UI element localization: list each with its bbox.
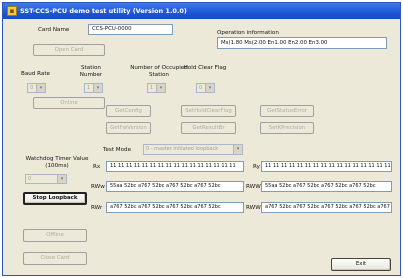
ry-label: Ry (253, 164, 260, 170)
occupied-stations-select[interactable]: 1 ▾ (147, 83, 166, 93)
open-card-button[interactable]: Open Card (33, 44, 105, 56)
hold-clear-flag-value: 0 (199, 85, 203, 91)
station-number-label: Station Number (79, 65, 103, 78)
app-icon: ▪ (7, 6, 17, 16)
occupied-stations-value: 1 (150, 85, 154, 91)
rww-field: 55aa 52bc a767 52bc a767 52bc a767 52bc (106, 181, 244, 192)
ry-field: 11 11 11 11 11 11 11 11 11 11 11 11 11 1… (261, 161, 392, 172)
watchdog-timer-value: 0 (28, 176, 32, 182)
chevron-down-icon[interactable]: ▾ (36, 84, 45, 92)
get-status-error-button[interactable]: GetStatusError (260, 105, 314, 117)
chevron-down-icon[interactable]: ▾ (233, 145, 242, 154)
hold-clear-flag-label: Hold Clear Flag (183, 65, 227, 71)
get-fw-version-button[interactable]: GetFwVersion (106, 122, 151, 134)
set-k-precision-button[interactable]: SetKPrecision (260, 122, 314, 134)
get-config-button[interactable]: GetConfig (106, 105, 151, 117)
baud-rate-label: Baud Rate (21, 71, 50, 77)
rwr2-field: a767 52bc a767 52bc a767 52bc a767 52bc … (261, 202, 392, 213)
stop-loopback-button[interactable]: Stop Loopback (23, 192, 87, 205)
main-panel: Card Name CCS-PCU-0000 Open Card Operati… (3, 19, 400, 275)
hold-clear-flag-select[interactable]: 0 ▾ (196, 83, 215, 93)
main-window: ▪ SST-CCS-PCU demo test utility (Version… (2, 2, 401, 276)
rww-label: RWw (91, 184, 105, 190)
card-name-field[interactable]: CCS-PCU-0000 (88, 24, 173, 35)
baud-rate-select[interactable]: 0 ▾ (27, 83, 46, 93)
test-mode-label: Test Mode (103, 147, 132, 153)
exit-button[interactable]: Exit (331, 258, 391, 271)
operation-info-field: Ms(1.80 Ms(2.00 En1.00 En2.00 En3.00 (217, 37, 387, 49)
rwr-label: RWr (91, 205, 103, 211)
chevron-down-icon[interactable]: ▾ (93, 84, 102, 92)
baud-rate-value: 0 (30, 85, 34, 91)
station-number-select[interactable]: 1 ▾ (84, 83, 103, 93)
rww2-field: 55aa 52bc a767 52bc a767 52bc a767 52bc (261, 181, 392, 192)
operation-info-label: Operation information (217, 30, 279, 36)
close-card-button[interactable]: Close Card (23, 252, 87, 265)
offline-button[interactable]: Offline (23, 229, 87, 242)
window-title: SST-CCS-PCU demo test utility (Version 1… (20, 7, 187, 15)
card-name-label: Card Name (38, 27, 70, 33)
test-mode-select[interactable]: 0 - master initiated loopback ▾ (143, 144, 243, 155)
rwr-field: a767 52bc a767 52bc a767 52bc a767 52bc (106, 202, 244, 213)
watchdog-timer-label: Watchdog Timer Value (100ms) (25, 156, 89, 169)
rx-field: 11 11 11 11 11 11 11 11 11 11 11 11 11 1… (106, 161, 244, 172)
title-bar[interactable]: ▪ SST-CCS-PCU demo test utility (Version… (3, 3, 400, 19)
rx-label: Rx (93, 164, 101, 170)
online-button[interactable]: Online (33, 97, 105, 109)
test-mode-value: 0 - master initiated loopback (146, 146, 219, 152)
chevron-down-icon[interactable]: ▾ (57, 175, 66, 183)
station-number-value: 1 (87, 85, 91, 91)
occupied-stations-label: Number of Occupied Station (130, 65, 188, 78)
set-hold-clear-flag-button[interactable]: SetHoldClearFlag (181, 105, 236, 117)
rwr2-label: RWW (246, 205, 261, 211)
rww2-label: RWW (246, 184, 261, 190)
chevron-down-icon[interactable]: ▾ (205, 84, 214, 92)
chevron-down-icon[interactable]: ▾ (156, 84, 165, 92)
watchdog-timer-select[interactable]: 0 ▾ (25, 174, 67, 184)
get-result-button[interactable]: GetResultBr (181, 122, 236, 134)
